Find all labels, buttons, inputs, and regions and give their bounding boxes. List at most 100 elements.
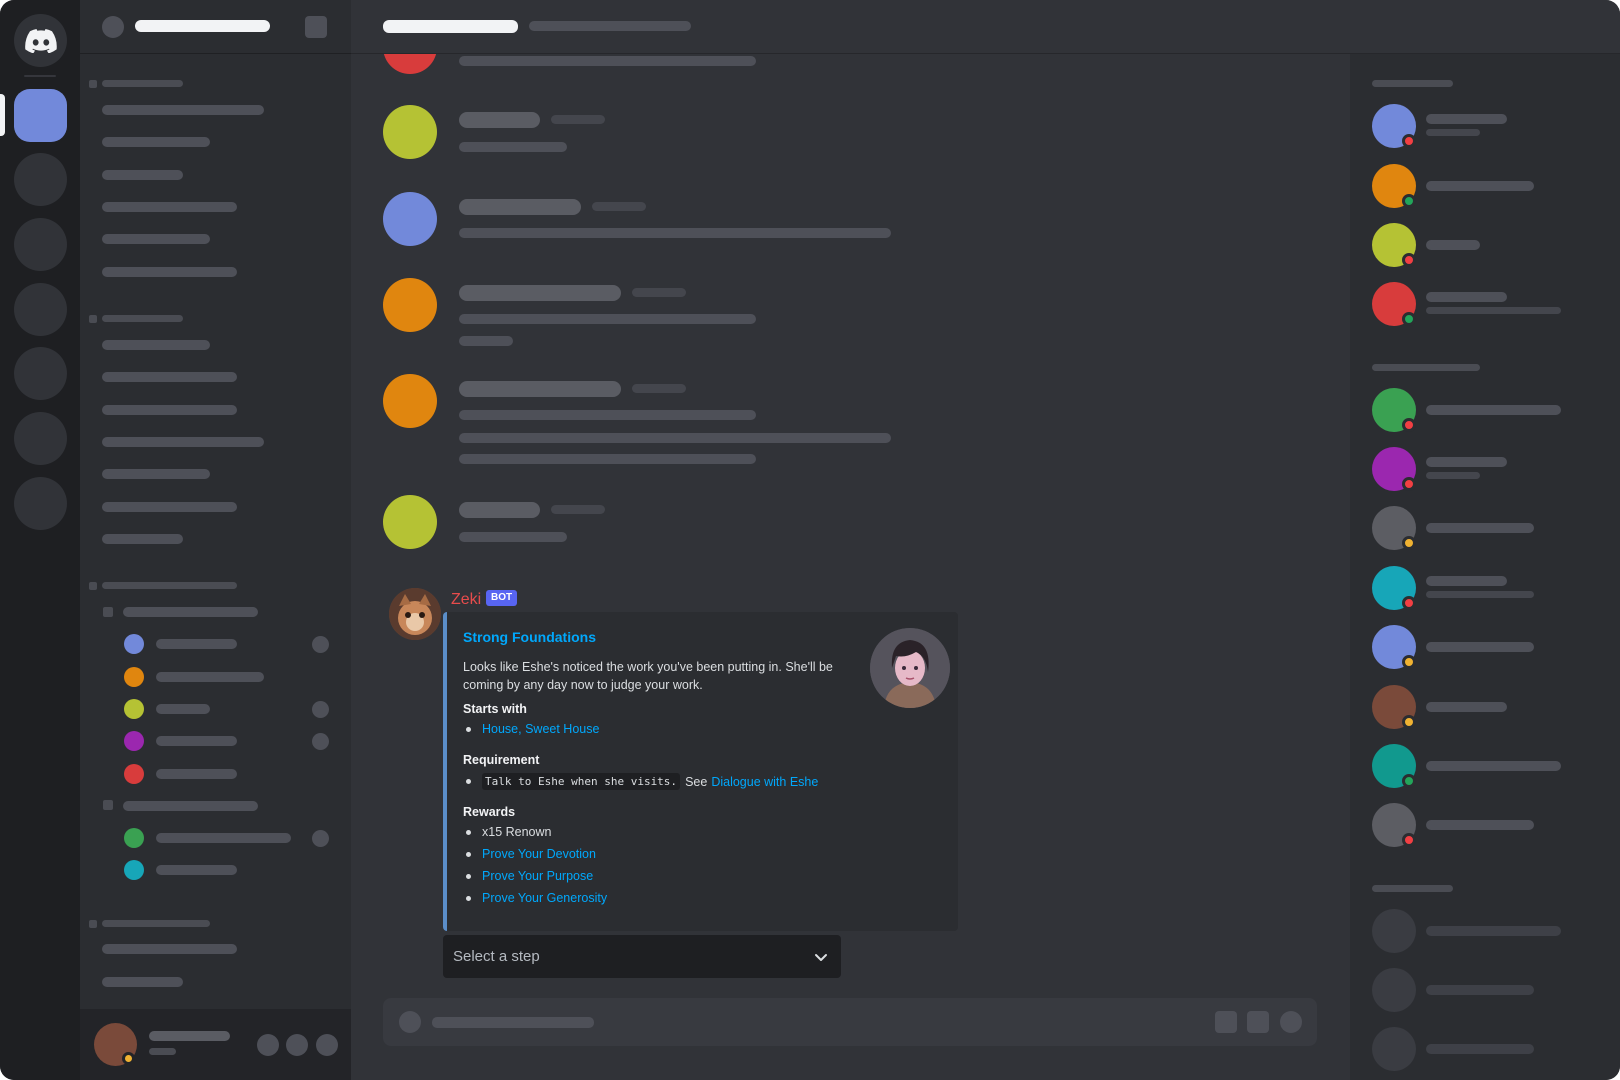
voice-user-avatar[interactable] — [124, 764, 144, 784]
attach-icon[interactable] — [399, 1011, 421, 1033]
requirement-item: Talk to Eshe when she visits. See Dialog… — [463, 773, 818, 790]
member-name[interactable] — [1426, 820, 1534, 830]
channel-item[interactable] — [102, 170, 183, 180]
dialogue-link[interactable]: Dialogue with Eshe — [711, 775, 818, 789]
member-name[interactable] — [1426, 985, 1534, 995]
server-header[interactable] — [80, 0, 351, 54]
member-name[interactable] — [1426, 457, 1507, 467]
category-header[interactable] — [102, 582, 237, 589]
server-icon[interactable] — [14, 153, 67, 206]
voice-user-name — [156, 865, 237, 875]
channel-item[interactable] — [102, 340, 210, 350]
member-avatar[interactable] — [1372, 968, 1416, 1012]
category-header[interactable] — [102, 920, 210, 927]
category-collapse-icon[interactable] — [89, 920, 97, 928]
quest-link[interactable]: House, Sweet House — [482, 722, 599, 736]
channel-item[interactable] — [102, 944, 237, 954]
requirement-see-text: See — [685, 774, 708, 789]
channel-item[interactable] — [102, 372, 237, 382]
message-author-placeholder[interactable] — [459, 502, 540, 518]
bot-author-name[interactable]: Zeki — [451, 591, 481, 609]
composer-placeholder — [432, 1017, 594, 1028]
channel-item[interactable] — [102, 405, 237, 415]
member-status-icon — [1402, 312, 1416, 326]
channel-item[interactable] — [102, 469, 210, 479]
channel-item[interactable] — [102, 437, 264, 447]
member-name[interactable] — [1426, 240, 1480, 250]
voice-channel[interactable] — [123, 607, 258, 617]
channel-item[interactable] — [102, 267, 237, 277]
voice-channel[interactable] — [123, 801, 258, 811]
channel-item[interactable] — [102, 105, 264, 115]
voice-user-avatar[interactable] — [124, 667, 144, 687]
message-author-placeholder[interactable] — [459, 285, 621, 301]
member-status-icon — [1402, 715, 1416, 729]
message-avatar[interactable] — [383, 192, 437, 246]
settings-icon[interactable] — [316, 1034, 338, 1056]
voice-user-avatar[interactable] — [124, 699, 144, 719]
server-icon[interactable] — [14, 477, 67, 530]
member-name[interactable] — [1426, 181, 1534, 191]
member-name[interactable] — [1426, 292, 1507, 302]
quest-link[interactable]: Prove Your Purpose — [482, 869, 593, 883]
bot-avatar[interactable] — [389, 588, 441, 640]
step-select-dropdown[interactable]: Select a step — [443, 935, 841, 978]
voice-user-avatar[interactable] — [124, 634, 144, 654]
server-icon-active[interactable] — [14, 89, 67, 142]
server-icon[interactable] — [14, 347, 67, 400]
voice-user-avatar[interactable] — [124, 860, 144, 880]
embed-title[interactable]: Strong Foundations — [463, 629, 596, 645]
member-name[interactable] — [1426, 576, 1507, 586]
member-group-header — [1372, 80, 1453, 87]
member-status-icon — [1402, 655, 1416, 669]
embed-thumbnail[interactable] — [870, 628, 950, 708]
member-name[interactable] — [1426, 405, 1561, 415]
category-header[interactable] — [102, 80, 183, 87]
channel-item[interactable] — [102, 502, 237, 512]
quest-link[interactable]: Prove Your Devotion — [482, 847, 596, 861]
channel-item[interactable] — [102, 234, 210, 244]
starts-with-item: House, Sweet House — [463, 722, 599, 736]
server-menu-icon[interactable] — [305, 16, 327, 38]
bullet-icon — [466, 873, 471, 879]
message-avatar[interactable] — [383, 495, 437, 549]
message-avatar[interactable] — [383, 278, 437, 332]
discord-home-button[interactable] — [14, 14, 67, 67]
member-name[interactable] — [1426, 702, 1507, 712]
message-author-placeholder[interactable] — [459, 381, 621, 397]
channel-item[interactable] — [102, 202, 237, 212]
member-name[interactable] — [1426, 642, 1534, 652]
member-name[interactable] — [1426, 761, 1561, 771]
member-avatar[interactable] — [1372, 1027, 1416, 1071]
quest-link[interactable]: Prove Your Generosity — [482, 891, 607, 905]
emoji-icon[interactable] — [1280, 1011, 1302, 1033]
message-composer[interactable] — [383, 998, 1317, 1046]
message-avatar[interactable] — [383, 374, 437, 428]
message-author-placeholder[interactable] — [459, 199, 581, 215]
member-name[interactable] — [1426, 1044, 1534, 1054]
reward-item: Prove Your Generosity — [463, 891, 607, 905]
message-author-placeholder[interactable] — [459, 112, 540, 128]
voice-user-avatar[interactable] — [124, 731, 144, 751]
message-avatar[interactable] — [383, 105, 437, 159]
mute-icon[interactable] — [257, 1034, 279, 1056]
category-collapse-icon[interactable] — [89, 315, 97, 323]
member-avatar[interactable] — [1372, 909, 1416, 953]
gif-icon[interactable] — [1247, 1011, 1269, 1033]
member-name[interactable] — [1426, 114, 1507, 124]
voice-user-avatar[interactable] — [124, 828, 144, 848]
member-status-icon — [1402, 596, 1416, 610]
server-icon[interactable] — [14, 412, 67, 465]
member-name[interactable] — [1426, 523, 1534, 533]
channel-item[interactable] — [102, 534, 183, 544]
member-name[interactable] — [1426, 926, 1561, 936]
category-collapse-icon[interactable] — [89, 582, 97, 590]
server-icon[interactable] — [14, 218, 67, 271]
category-header[interactable] — [102, 315, 183, 322]
channel-item[interactable] — [102, 137, 210, 147]
server-icon[interactable] — [14, 283, 67, 336]
gift-icon[interactable] — [1215, 1011, 1237, 1033]
channel-item[interactable] — [102, 977, 183, 987]
category-collapse-icon[interactable] — [89, 80, 97, 88]
deafen-icon[interactable] — [286, 1034, 308, 1056]
